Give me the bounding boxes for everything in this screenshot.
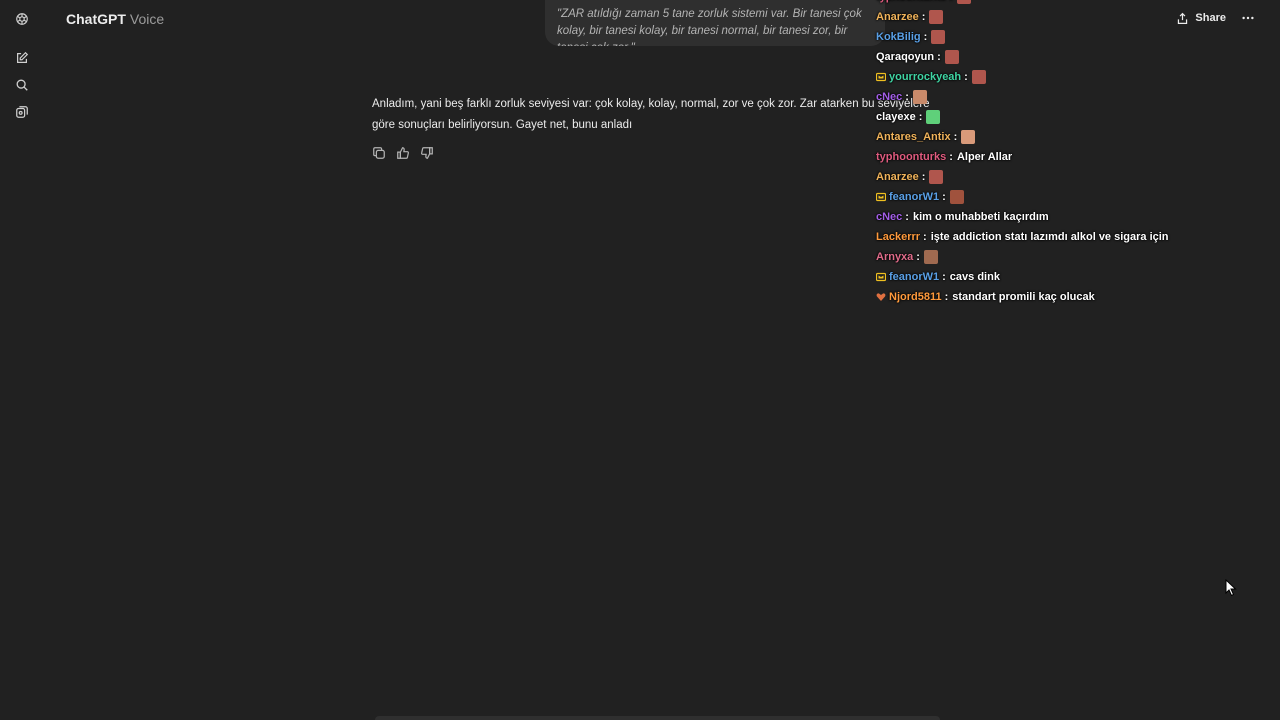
chat-emote-icon: [926, 110, 941, 124]
chat-separator: :: [953, 131, 958, 143]
chat-username[interactable]: Qaraqoyun: [876, 51, 934, 63]
chat-message: kim o muhabbeti kaçırdım: [912, 211, 1049, 223]
chat-line: Njord5811: standart promili kaç olucak: [876, 287, 1216, 307]
assistant-message: Anladım, yani beş farklı zorluk seviyesi…: [372, 94, 947, 136]
chat-message: Alper Allar: [956, 151, 1013, 163]
heart-badge-icon: [876, 292, 886, 302]
chat-line: KokBilig:: [876, 27, 1216, 47]
chat-line: feanorW1:: [876, 187, 1216, 207]
chat-line: feanorW1: cavs dink: [876, 267, 1216, 287]
chat-separator: :: [923, 231, 927, 243]
chat-username[interactable]: cNec: [876, 91, 902, 103]
chat-line: cNec: kim o muhabbeti kaçırdım: [876, 207, 1216, 227]
chat-line: Anarzee:: [876, 167, 1216, 187]
thumbs-down-icon[interactable]: [420, 146, 434, 160]
chat-emote-icon: [944, 50, 959, 64]
chat-separator: :: [923, 31, 928, 43]
chat-username[interactable]: cNec: [876, 211, 902, 223]
app-title-name: ChatGPT: [66, 11, 126, 27]
chat-emote-icon: [931, 30, 946, 44]
chat-line: Lackerrr: işte addiction statı lazımdı al…: [876, 227, 1216, 247]
crown-badge-icon: [876, 72, 886, 82]
chat-line: clayexe:: [876, 107, 1216, 127]
chat-separator: :: [949, 151, 953, 163]
assistant-message-text: Anladım, yani beş farklı zorluk seviyesi…: [372, 98, 930, 131]
chat-username[interactable]: yourrockyeah: [889, 71, 961, 83]
chat-line: Antares_Antix:: [876, 127, 1216, 147]
chat-separator: :: [905, 91, 909, 103]
chat-separator: :: [942, 271, 946, 283]
chat-emote-icon: [949, 190, 964, 204]
chat-username[interactable]: feanorW1: [889, 191, 939, 203]
user-message-text: "ZAR atıldığı zaman 5 tane zorluk sistem…: [557, 8, 862, 46]
chat-emote-icon: [923, 250, 938, 264]
chat-emote-icon: [961, 130, 976, 144]
chat-line: Anarzee:: [876, 7, 1216, 27]
thumbs-up-icon[interactable]: [396, 146, 410, 160]
chat-username[interactable]: Njord5811: [889, 291, 942, 303]
chat-line: yourrockyeah:: [876, 67, 1216, 87]
chat-emote-icon: [912, 90, 927, 104]
sidebar-rail: [0, 0, 44, 720]
chat-separator: :: [921, 171, 926, 183]
chat-separator: :: [916, 251, 920, 263]
chat-emote-icon: [971, 70, 986, 84]
chat-username[interactable]: Arnyxa: [876, 251, 913, 263]
composer-edge: [375, 716, 940, 720]
message-actions: [372, 146, 434, 160]
chat-separator: :: [921, 11, 926, 23]
chat-emote-icon: [929, 170, 944, 184]
chat-line: typhoonturks:: [876, 0, 1216, 7]
new-chat-icon[interactable]: [14, 50, 30, 66]
app-title-model: Voice: [129, 11, 165, 27]
chat-message: işte addiction statı lazımdı alkol ve si…: [930, 231, 1169, 243]
chat-username[interactable]: clayexe: [876, 111, 916, 123]
copy-icon[interactable]: [372, 146, 386, 160]
chat-emote-icon: [956, 0, 971, 4]
chat-username[interactable]: typhoonturks: [876, 151, 946, 163]
chat-username[interactable]: Antares_Antix: [876, 131, 951, 143]
chat-username[interactable]: Lackerrr: [876, 231, 920, 243]
library-icon[interactable]: [14, 104, 30, 120]
chat-emote-icon: [929, 10, 944, 24]
openai-logo-icon[interactable]: [14, 11, 30, 27]
chat-separator: :: [942, 191, 946, 203]
chat-line: typhoonturks: Alper Allar: [876, 147, 1216, 167]
more-options-icon[interactable]: [1240, 10, 1256, 26]
crown-badge-icon: [876, 192, 886, 202]
chat-line: Arnyxa:: [876, 247, 1216, 267]
chat-message: standart promili kaç olucak: [952, 291, 1095, 303]
chat-separator: :: [918, 111, 923, 123]
app-title[interactable]: ChatGPT Voice: [66, 11, 164, 27]
chat-separator: :: [937, 51, 941, 63]
crown-badge-icon: [876, 272, 886, 282]
chat-username[interactable]: Anarzee: [876, 11, 919, 23]
user-message-bubble: "ZAR atıldığı zaman 5 tane zorluk sistem…: [545, 0, 885, 46]
chat-line: cNec:: [876, 87, 1216, 107]
chat-username[interactable]: Anarzee: [876, 171, 919, 183]
mouse-cursor-icon: [1225, 579, 1237, 597]
chat-line: Qaraqoyun:: [876, 47, 1216, 67]
chat-separator: :: [944, 291, 949, 303]
chat-username[interactable]: feanorW1: [889, 271, 939, 283]
search-icon[interactable]: [14, 77, 30, 93]
chat-separator: :: [905, 211, 909, 223]
chat-message: cavs dink: [949, 271, 1000, 283]
chat-username[interactable]: typhoonturks: [876, 0, 946, 3]
chat-username[interactable]: KokBilig: [876, 31, 921, 43]
chat-separator: :: [964, 71, 968, 83]
stream-chat-overlay: typhoonturks:Anarzee:KokBilig:Qaraqoyun:…: [876, 0, 1216, 307]
chat-separator: :: [949, 0, 953, 3]
